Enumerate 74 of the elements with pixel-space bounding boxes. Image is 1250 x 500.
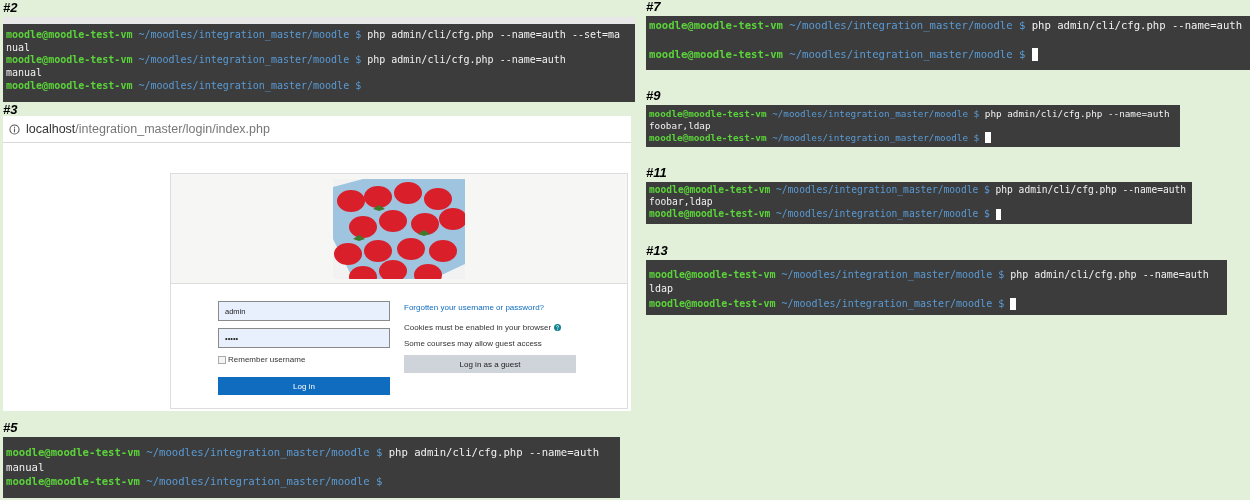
prompt-user: moodle@moodle-test-vm [649,296,776,311]
prompt-symbol: $ [983,183,990,196]
text-cursor [995,208,1002,221]
command-text: php admin/cli/cfg.php --name=auth --set=ma [367,29,621,42]
prompt-symbol: $ [973,107,980,120]
text-cursor [1010,298,1017,311]
forgot-password-link[interactable]: Forgotten your username or password? [404,303,576,313]
remember-label: Remember username [228,355,306,365]
prompt-symbol: $ [998,267,1005,282]
prompt-path: ~/moodles/integration_master/moodle [138,29,350,42]
command-text: php admin/cli/cfg.php --name=auth [367,54,566,68]
prompt-path: ~/moodles/integration_master/moodle [776,183,979,196]
prompt-user: moodle@moodle-test-vm [649,183,771,196]
prompt-path: ~/moodles/integration_master/moodle [776,208,979,221]
screenshot-label: #7 [646,0,661,13]
screenshot-label: #11 [646,165,667,179]
command-text: php admin/cli/cfg.php --name=auth [388,445,600,460]
output-text: nual [6,41,31,55]
command-text: php admin/cli/cfg.php --name=auth [995,183,1187,196]
cookies-note: Cookies must be enabled in your browser [404,323,552,333]
prompt-user: moodle@moodle-test-vm [649,107,767,120]
prompt-symbol: $ [355,29,362,42]
guest-login-button[interactable]: Log in as a guest [404,355,576,374]
url-host: localhost [26,122,76,137]
prompt-path: ~/moodles/integration_master/moodle [138,79,350,93]
prompt-symbol: $ [375,473,383,488]
prompt-user: moodle@moodle-test-vm [6,79,133,93]
prompt-path: ~/moodles/integration_master/moodle [772,131,969,144]
prompt-user: moodle@moodle-test-vm [6,473,140,488]
command-text: php admin/cli/cfg.php --name=auth [1010,267,1209,282]
prompt-symbol: $ [1018,47,1026,62]
login-button[interactable]: Log in [218,377,390,396]
output-text: foobar,ldap [649,195,713,209]
text-cursor [1031,47,1039,61]
info-icon [9,123,20,135]
screenshot-label: #2 [3,1,18,14]
prompt-path: ~/moodles/integration_master/moodle [781,296,993,312]
prompt-path: ~/moodles/integration_master/moodle [146,473,370,488]
prompt-path: ~/moodles/integration_master/moodle [781,267,993,283]
screenshot-label: #9 [646,88,661,102]
prompt-symbol: $ [355,79,362,93]
remember-checkbox[interactable] [218,355,226,364]
prompt-symbol: $ [1018,18,1026,33]
prompt-symbol: $ [355,54,362,68]
output-text: foobar,ldap [649,119,711,132]
prompt-user: moodle@moodle-test-vm [649,131,767,144]
prompt-path: ~/moodles/integration_master/moodle [146,445,370,460]
prompt-user: moodle@moodle-test-vm [6,29,133,42]
prompt-user: moodle@moodle-test-vm [6,445,140,460]
prompt-path: ~/moodles/integration_master/moodle [772,107,969,120]
prompt-symbol: $ [998,296,1005,311]
prompt-user: moodle@moodle-test-vm [649,47,783,62]
prompt-path: ~/moodles/integration_master/moodle [789,47,1013,62]
screenshot-label: #3 [3,103,18,117]
output-text: manual [6,67,43,80]
output-text: ldap [649,282,674,297]
text-cursor [984,131,991,144]
screenshot-label: #13 [646,243,668,257]
prompt-user: moodle@moodle-test-vm [6,54,133,68]
prompt-symbol: $ [375,445,383,460]
prompt-path: ~/moodles/integration_master/moodle [789,18,1013,33]
prompt-path: ~/moodles/integration_master/moodle [138,54,350,68]
help-icon[interactable] [554,324,562,332]
command-text: php admin/cli/cfg.php --name=auth [1031,18,1243,33]
prompt-user: moodle@moodle-test-vm [649,18,783,33]
output-text: manual [6,459,45,474]
prompt-user: moodle@moodle-test-vm [649,208,771,221]
screenshot-label: #5 [3,421,18,435]
prompt-symbol: $ [973,131,980,144]
guest-access-note: Some courses may allow guest access [404,339,543,349]
url-path: /integration_master/login/index.php [75,122,270,137]
prompt-user: moodle@moodle-test-vm [649,267,776,282]
prompt-symbol: $ [983,208,990,221]
command-text: php admin/cli/cfg.php --name=auth [984,107,1170,120]
